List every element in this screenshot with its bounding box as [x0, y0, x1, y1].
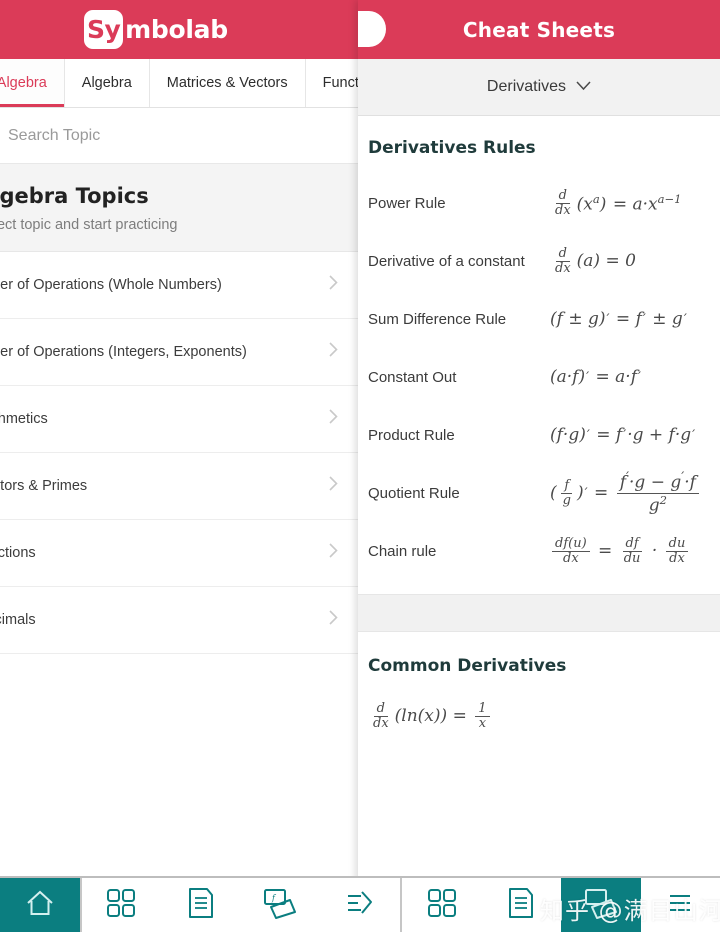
- rule-row[interactable]: Power Rule d dx (xa) = a·xa−1: [358, 174, 720, 232]
- grid-icon: [426, 887, 458, 924]
- chevron-down-icon: [576, 78, 591, 96]
- section-divider: [358, 594, 720, 632]
- chevron-right-icon: [329, 275, 338, 295]
- rule-label: Sum Difference Rule: [368, 310, 507, 328]
- list-item[interactable]: Decimals: [0, 587, 358, 654]
- list-item[interactable]: Order of Operations (Integers, Exponents…: [0, 319, 358, 386]
- rule-label: Chain rule: [368, 542, 437, 560]
- menu-icon: [667, 891, 693, 920]
- list-item[interactable]: Arithmetics: [0, 386, 358, 453]
- tab-label: Algebra: [81, 75, 132, 91]
- rule-formula: d dx (xa) = a·xa−1: [555, 187, 682, 218]
- section-heading: Derivatives Rules: [368, 138, 536, 158]
- tab-label: Matrices & Vectors: [166, 75, 288, 91]
- rule-formula: (a·f) ′ = a·f ′: [550, 367, 642, 387]
- document-icon: [507, 887, 535, 924]
- rule-row[interactable]: Product Rule (f·g) ′ = f ′ ·g + f·g ′: [358, 406, 720, 464]
- topic-tabs: Pre Algebra Algebra Matrices & Vectors F…: [0, 59, 358, 108]
- share-icon: [345, 888, 375, 923]
- search-input[interactable]: [8, 126, 338, 145]
- search-bar[interactable]: [0, 108, 358, 164]
- topic-label: Order of Operations (Integers, Exponents…: [0, 344, 247, 360]
- topic-selector[interactable]: Derivatives: [358, 59, 720, 116]
- bottom-nav-home[interactable]: [0, 878, 82, 932]
- chevron-right-icon: [329, 543, 338, 563]
- cheat-sheets-title: Cheat Sheets: [462, 17, 616, 42]
- rule-row[interactable]: Chain rule df(u) dx = df du · du dx: [358, 522, 720, 580]
- flashcards-icon: [583, 887, 619, 924]
- rule-formula: (f g) ′ = f′·g − g′·f g2: [550, 471, 712, 515]
- tab-matrices-vectors[interactable]: Matrices & Vectors: [149, 59, 306, 107]
- app-header: Sy mbolab: [0, 0, 358, 59]
- back-button[interactable]: [358, 11, 386, 47]
- rule-label: Product Rule: [368, 426, 455, 444]
- topic-label: Decimals: [0, 612, 36, 628]
- rule-label: Quotient Rule: [368, 484, 460, 502]
- bottom-nav-share[interactable]: [320, 878, 402, 932]
- chevron-right-icon: [329, 610, 338, 630]
- bottom-nav-flashcards-2[interactable]: [560, 878, 641, 932]
- tab-label: Pre Algebra: [0, 75, 47, 91]
- page-title: Algebra Topics: [0, 184, 149, 208]
- list-item[interactable]: Fractions: [0, 520, 358, 587]
- section-heading: Common Derivatives: [368, 656, 567, 676]
- tab-label: Functions: [322, 75, 358, 91]
- logo-badge: Sy: [84, 10, 124, 49]
- rule-formula: d dx (a) = 0: [555, 245, 636, 276]
- rule-row[interactable]: Constant Out (a·f) ′ = a·f ′: [358, 348, 720, 406]
- rule-row[interactable]: Quotient Rule (f g) ′ = f′·g − g′·f g2: [358, 464, 720, 522]
- bottom-nav-grid[interactable]: [82, 878, 162, 932]
- document-icon: [187, 887, 215, 924]
- cheat-sheets-header: Cheat Sheets: [358, 0, 720, 59]
- bottom-nav-notes-2[interactable]: [481, 878, 561, 932]
- tab-functions[interactable]: Functions: [305, 59, 358, 107]
- topic-list: Order of Operations (Whole Numbers) Orde…: [0, 252, 358, 654]
- rule-label: Power Rule: [368, 194, 446, 212]
- tab-algebra[interactable]: Algebra: [64, 59, 150, 107]
- topic-selector-label: Derivatives: [486, 78, 567, 95]
- topic-label: Fractions: [0, 545, 36, 561]
- bottom-toolbar: f: [0, 876, 720, 932]
- rule-formula: (f ± g) ′ = f ′ ± g ′: [550, 309, 687, 329]
- rule-formula: d dx (ln(x)) = 1x: [368, 702, 720, 730]
- common-derivatives-section: Common Derivatives d dx (ln(x)) = 1x: [358, 632, 720, 750]
- rule-label: Constant Out: [368, 368, 457, 386]
- tab-pre-algebra[interactable]: Pre Algebra: [0, 59, 65, 107]
- rule-row[interactable]: Derivative of a constant d dx (a) = 0: [358, 232, 720, 290]
- rule-row[interactable]: Sum Difference Rule (f ± g) ′ = f ′ ± g ′: [358, 290, 720, 348]
- topic-label: Arithmetics: [0, 411, 48, 427]
- cheat-sheets-panel: Cheat Sheets Derivatives Derivatives Rul…: [358, 0, 720, 932]
- topic-label: Factors & Primes: [0, 478, 88, 494]
- algebra-topics-header: Algebra Topics Select topic and start pr…: [0, 164, 358, 252]
- rule-formula: df(u) dx = df du · du dx: [550, 537, 712, 565]
- page-subtitle: Select topic and start practicing: [0, 217, 178, 233]
- bottom-nav-notes[interactable]: [161, 878, 241, 932]
- rule-label: Derivative of a constant: [368, 252, 525, 270]
- list-item[interactable]: Order of Operations (Whole Numbers): [0, 252, 358, 319]
- rule-formula: (f·g) ′ = f ′ ·g + f·g ′: [550, 425, 696, 445]
- svg-text:f: f: [271, 893, 277, 902]
- bottom-nav-flashcards[interactable]: f: [241, 878, 321, 932]
- logo-wordmark: mbolab: [125, 15, 228, 44]
- symbolab-logo[interactable]: Sy mbolab: [84, 10, 228, 49]
- home-icon: [25, 889, 55, 922]
- bottom-nav-menu[interactable]: [641, 878, 720, 932]
- cheat-sheet-content: Derivatives Rules Power Rule d dx (xa) = …: [358, 116, 720, 751]
- chevron-right-icon: [329, 409, 338, 429]
- chevron-right-icon: [329, 342, 338, 362]
- derivatives-rules-section: Derivatives Rules Power Rule d dx (xa) = …: [358, 116, 720, 594]
- topic-label: Order of Operations (Whole Numbers): [0, 277, 222, 293]
- flashcards-icon: f: [262, 887, 298, 924]
- grid-icon: [105, 887, 137, 924]
- chevron-right-icon: [329, 476, 338, 496]
- list-item[interactable]: Factors & Primes: [0, 453, 358, 520]
- pre-algebra-panel: Sy mbolab Pre Algebra Algebra Matrices &…: [0, 0, 358, 932]
- bottom-nav-grid-2[interactable]: [402, 878, 482, 932]
